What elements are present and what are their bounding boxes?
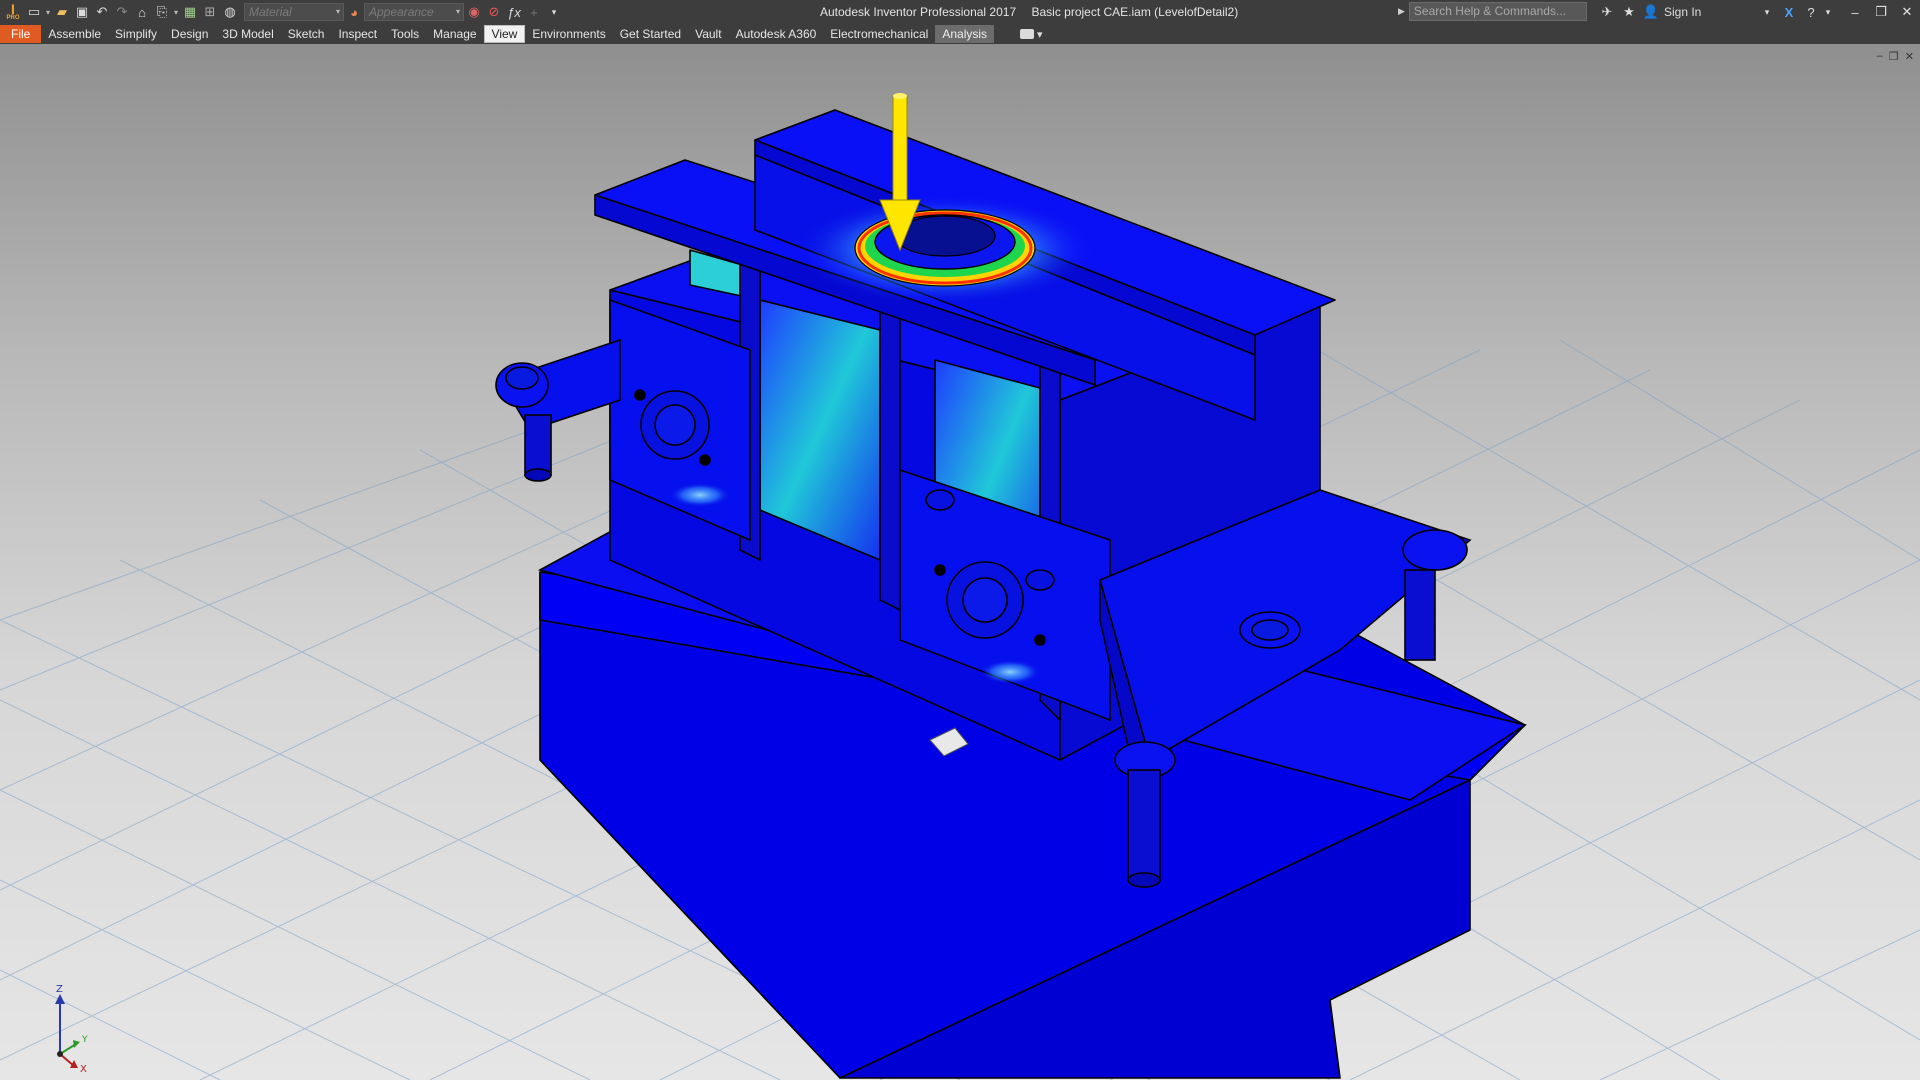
- window-controls: – ❐ ✕: [1842, 0, 1920, 24]
- home-icon[interactable]: ⌂: [132, 2, 152, 22]
- ribbon-tabs: File Assemble Simplify Design 3D Model Sketch…: [0, 25, 995, 43]
- model-scene[interactable]: [0, 44, 1920, 1080]
- redo-icon[interactable]: ↷: [112, 2, 132, 22]
- close-icon[interactable]: ✕: [1894, 4, 1920, 20]
- user-icon[interactable]: 👤: [1640, 4, 1662, 20]
- tab-file[interactable]: File: [0, 25, 42, 43]
- color-wheel-icon[interactable]: ◕: [344, 2, 364, 22]
- tab-inspect[interactable]: Inspect: [331, 25, 384, 43]
- new-dropdown-icon[interactable]: ▾: [44, 8, 52, 17]
- stress-hotspot: [980, 660, 1040, 684]
- panel-toggle-icon: [1020, 29, 1035, 39]
- expand-search-icon[interactable]: ▶: [1398, 6, 1405, 17]
- favorites-icon[interactable]: ★: [1618, 4, 1640, 20]
- measure-icon[interactable]: ⊞: [200, 2, 220, 22]
- tab-environments[interactable]: Environments: [525, 25, 612, 43]
- open-icon[interactable]: ▰: [52, 2, 72, 22]
- tab-assemble[interactable]: Assemble: [41, 25, 108, 43]
- title-bar: I PRO ▭ ▾ ▰ ▣ ↶ ↷ ⌂ ⎘ ▾ ▦ ⊞ ◍ Material ▾ …: [0, 0, 1920, 24]
- material-combo-text: Material: [249, 5, 292, 19]
- search-input[interactable]: Search Help & Commands...: [1408, 2, 1587, 21]
- tab-design[interactable]: Design: [164, 25, 215, 43]
- undo-icon[interactable]: ↶: [92, 2, 112, 22]
- help-icon[interactable]: ?: [1800, 5, 1822, 20]
- search-area: ▶ Search Help & Commands...: [1398, 2, 1587, 21]
- tab-view[interactable]: View: [483, 25, 526, 43]
- tab-tools[interactable]: Tools: [384, 25, 426, 43]
- adjust-icon[interactable]: ◉: [464, 2, 484, 22]
- axis-z-label: Z: [56, 984, 63, 995]
- sign-in-button[interactable]: Sign In: [1664, 5, 1756, 19]
- appearance-combo[interactable]: Appearance ▾: [364, 3, 464, 21]
- axis-y-label: Y: [81, 1035, 88, 1045]
- material-combo[interactable]: Material ▾: [244, 3, 344, 21]
- update-icon[interactable]: ▦: [180, 2, 200, 22]
- function-icon[interactable]: ƒx: [504, 2, 524, 22]
- tab-get-started[interactable]: Get Started: [613, 25, 688, 43]
- plus-icon[interactable]: +: [524, 2, 544, 22]
- window-title: Autodesk Inventor Professional 2017 Basi…: [820, 0, 1250, 24]
- tab-autodesk-a360[interactable]: Autodesk A360: [729, 25, 824, 43]
- quick-access-toolbar: I PRO ▭ ▾ ▰ ▣ ↶ ↷ ⌂ ⎘ ▾ ▦ ⊞ ◍ Material ▾ …: [0, 0, 564, 24]
- tab-manage[interactable]: Manage: [426, 25, 483, 43]
- view-triad[interactable]: Z Y X: [40, 984, 100, 1074]
- account-cluster: ✈ ★ 👤 Sign In ▾ X ? ▾: [1596, 0, 1834, 24]
- tab-3d-model[interactable]: 3D Model: [215, 25, 280, 43]
- chevron-down-icon: ▾: [455, 7, 460, 16]
- tab-vault[interactable]: Vault: [688, 25, 728, 43]
- app-logo-icon[interactable]: I PRO: [2, 1, 24, 23]
- exchange-icon[interactable]: X: [1778, 5, 1800, 20]
- help-dropdown-icon[interactable]: ▾: [1822, 7, 1834, 18]
- appearance-icon[interactable]: ◍: [220, 2, 240, 22]
- tab-analysis[interactable]: Analysis: [935, 25, 995, 43]
- document-name: Basic project CAE.iam (LevelofDetail2): [1031, 5, 1239, 19]
- stress-hotspot: [670, 483, 730, 507]
- chevron-down-icon: ▾: [1037, 28, 1043, 41]
- tab-sketch[interactable]: Sketch: [281, 25, 332, 43]
- sign-in-dropdown-icon[interactable]: ▾: [1756, 7, 1778, 18]
- communication-icon[interactable]: ✈: [1596, 4, 1618, 20]
- customize-qat-icon[interactable]: ▾: [544, 2, 564, 22]
- restore-icon[interactable]: ❐: [1868, 4, 1894, 20]
- chevron-down-icon: ▾: [335, 7, 340, 16]
- return-icon[interactable]: ⎘: [152, 2, 172, 22]
- tab-electromechanical[interactable]: Electromechanical: [823, 25, 935, 43]
- tab-simplify[interactable]: Simplify: [108, 25, 164, 43]
- ribbon-tab-row: File Assemble Simplify Design 3D Model Sketch…: [0, 24, 1920, 44]
- appearance-combo-text: Appearance: [369, 5, 434, 19]
- return-dropdown-icon[interactable]: ▾: [172, 8, 180, 17]
- left-support-arm: [495, 338, 621, 482]
- app-name: Autodesk Inventor Professional 2017: [820, 5, 1017, 19]
- save-icon[interactable]: ▣: [72, 2, 92, 22]
- new-icon[interactable]: ▭: [24, 2, 44, 22]
- minimize-icon[interactable]: –: [1842, 5, 1868, 20]
- load-hole: [854, 209, 1036, 287]
- clear-override-icon[interactable]: ⊘: [484, 2, 504, 22]
- axis-x-label: X: [80, 1064, 87, 1074]
- graphics-viewport[interactable]: – ❐ ✕ Z Y X: [0, 44, 1920, 1080]
- ribbon-display-options[interactable]: ▾: [1020, 28, 1043, 41]
